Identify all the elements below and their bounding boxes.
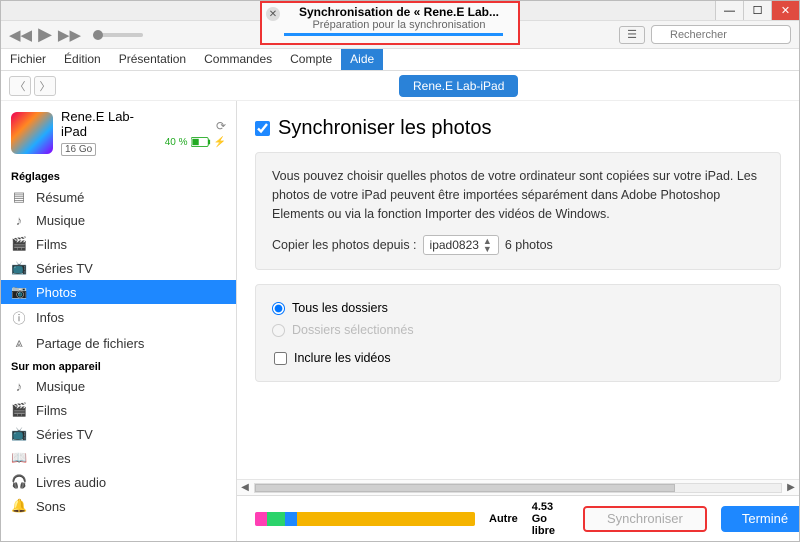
nav-forward-button[interactable]: 〉 — [34, 76, 56, 96]
device-name: Rene.E Lab-iPad — [61, 109, 157, 139]
play-icon[interactable]: ▶ — [38, 24, 52, 45]
scroll-left-icon[interactable]: ◀ — [237, 482, 253, 493]
horizontal-scrollbar[interactable]: ◀ ▶ — [237, 479, 799, 495]
menu-commandes[interactable]: Commandes — [195, 49, 281, 70]
banner-close-icon[interactable]: ✕ — [266, 7, 280, 21]
device-capacity: 16 Go — [61, 143, 96, 156]
device-header: Rene.E Lab-iPad 16 Go ⟳ 40 % ⚡ — [1, 101, 236, 165]
sidebar-item-films[interactable]: 🎬Films — [1, 232, 236, 256]
opt-include-videos[interactable]: Inclure les vidéos — [274, 347, 764, 369]
sync-status-banner: ✕ Synchronisation de « Rene.E Lab... Pré… — [260, 1, 520, 45]
sidebar-item-livres[interactable]: 📖Livres — [1, 446, 236, 470]
sync-progress-bar — [284, 33, 503, 36]
sidebar-item-livres-audio[interactable]: 🎧Livres audio — [1, 470, 236, 494]
playback-controls: ◀◀ ▶ ▶▶ — [9, 24, 143, 45]
sidebar-item-films[interactable]: 🎬Films — [1, 398, 236, 422]
volume-slider[interactable] — [93, 33, 143, 37]
search-input[interactable] — [651, 25, 791, 44]
minimize-button[interactable]: — — [715, 1, 743, 20]
sidebar-icon: 🎬 — [11, 402, 27, 418]
copy-source-combo[interactable]: ipad0823 ▲▼ — [423, 235, 499, 255]
done-button[interactable]: Terminé — [721, 506, 799, 532]
refresh-icon[interactable]: ⟳ — [216, 119, 226, 133]
menu-présentation[interactable]: Présentation — [110, 49, 195, 70]
sync-banner-subtitle: Préparation pour la synchronisation — [284, 19, 514, 31]
sidebar-icon: 📺 — [11, 426, 27, 442]
sidebar-item-séries-tv[interactable]: 📺Séries TV — [1, 422, 236, 446]
sidebar-icon: ♪ — [11, 379, 27, 394]
sidebar-item-partage-de-fichiers[interactable]: ⩓Partage de fichiers — [1, 331, 236, 355]
sidebar-item-résumé[interactable]: ▤Résumé — [1, 185, 236, 209]
sidebar-item-sons[interactable]: 🔔Sons — [1, 494, 236, 518]
photo-count: 6 photos — [505, 238, 553, 252]
chevron-updown-icon: ▲▼ — [483, 237, 492, 253]
sidebar-icon: 🎬 — [11, 236, 27, 252]
copy-from-label: Copier les photos depuis : — [272, 238, 417, 252]
device-pill[interactable]: Rene.E Lab-iPad — [399, 75, 518, 97]
sidebar-icon: ⓘ — [11, 308, 27, 327]
menu-compte[interactable]: Compte — [281, 49, 341, 70]
storage-category: Autre — [489, 513, 518, 525]
opt-selected-folders: Dossiers sélectionnés — [272, 319, 764, 341]
sidebar-icon: 📷 — [11, 284, 27, 300]
menu-édition[interactable]: Édition — [55, 49, 110, 70]
sidebar-icon: ⩓ — [11, 335, 27, 351]
storage-bar — [255, 512, 475, 526]
close-button[interactable]: ✕ — [771, 1, 799, 20]
scroll-right-icon[interactable]: ▶ — [783, 482, 799, 493]
sidebar-item-séries-tv[interactable]: 📺Séries TV — [1, 256, 236, 280]
sidebar-icon: 🔔 — [11, 498, 27, 514]
opt-all-folders[interactable]: Tous les dossiers — [272, 297, 764, 319]
sync-photos-checkbox[interactable] — [255, 121, 270, 136]
sidebar-device-header: Sur mon appareil — [1, 355, 236, 375]
sidebar-icon: 📖 — [11, 450, 27, 466]
sidebar-item-photos[interactable]: 📷Photos — [1, 280, 236, 304]
sync-banner-title: Synchronisation de « Rene.E Lab... — [284, 5, 514, 19]
battery-status: 40 % ⚡ — [165, 137, 226, 148]
sidebar-item-musique[interactable]: ♪Musique — [1, 209, 236, 232]
nav-back-button[interactable]: 〈 — [9, 76, 31, 96]
sidebar-icon: ▤ — [11, 189, 27, 205]
sidebar-item-musique[interactable]: ♪Musique — [1, 375, 236, 398]
sidebar-icon: 🎧 — [11, 474, 27, 490]
menu-aide[interactable]: Aide — [341, 49, 383, 70]
section-title: Synchroniser les photos — [278, 117, 491, 140]
maximize-button[interactable]: ☐ — [743, 1, 771, 20]
device-thumb-icon — [11, 112, 53, 154]
sidebar-settings-header: Réglages — [1, 165, 236, 185]
sidebar-icon: 📺 — [11, 260, 27, 276]
sync-desc-text: Vous pouvez choisir quelles photos de vo… — [272, 167, 764, 223]
sync-button[interactable]: Synchroniser — [583, 506, 707, 532]
list-view-icon[interactable]: ☰ — [619, 26, 645, 44]
sidebar-icon: ♪ — [11, 213, 27, 228]
menu-bar: FichierÉditionPrésentationCommandesCompt… — [1, 49, 799, 71]
next-icon[interactable]: ▶▶ — [58, 26, 81, 44]
storage-free: 4.53 Go libre — [532, 501, 555, 537]
sidebar-item-infos[interactable]: ⓘInfos — [1, 304, 236, 331]
prev-icon[interactable]: ◀◀ — [9, 26, 32, 44]
menu-fichier[interactable]: Fichier — [1, 49, 55, 70]
